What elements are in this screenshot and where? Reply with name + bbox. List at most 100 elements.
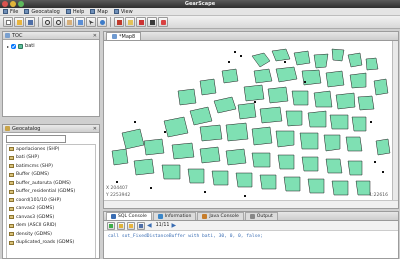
sql-editor[interactable]: call sot_FixedDistanceBuffer with bati, … (104, 231, 398, 242)
layer-button[interactable] (147, 17, 157, 27)
geocatalog-icon (24, 9, 30, 14)
close-window-button[interactable] (2, 1, 8, 7)
source-icon (9, 240, 14, 245)
close-icon[interactable]: ✕ (93, 126, 97, 132)
map-window: *Map8 X 204407 Y 2253942 1:22616 (103, 31, 399, 209)
pan-button[interactable] (64, 17, 74, 27)
close-icon[interactable]: ✕ (93, 33, 97, 39)
source-icon (9, 164, 14, 169)
console-tab-strip: SQL Console Information Java Console Out… (104, 212, 398, 221)
list-item[interactable]: buffer_autoruta (GDMS) (7, 179, 95, 188)
list-item[interactable]: batimcms (SHP) (7, 162, 95, 171)
zoom-out-button[interactable] (53, 17, 63, 27)
layer-visibility-checkbox[interactable] (11, 43, 17, 49)
tab-label: Information (164, 214, 192, 219)
edit-button[interactable] (114, 17, 124, 27)
delete-button[interactable] (136, 17, 146, 27)
list-item[interactable]: density (GDMS) (7, 230, 95, 239)
toc-layer-label: bati (25, 43, 35, 49)
list-item[interactable]: canvas2 (GDMS) (7, 205, 95, 214)
previous-arrow-icon[interactable]: ◀ (147, 222, 152, 229)
list-item[interactable]: buffer_residential (GDMS) (7, 188, 95, 197)
delete-icon (139, 20, 144, 25)
source-icon (9, 223, 14, 228)
list-item[interactable]: coord(101/10 (SHP) (7, 196, 95, 205)
pointer-icon (89, 20, 94, 25)
geocatalog-list: aporlaciones (SHP) bati (SHP) batimcms (… (6, 144, 96, 258)
info-button[interactable] (97, 17, 107, 27)
maximize-window-button[interactable] (18, 1, 24, 7)
tab-java-console[interactable]: Java Console (197, 212, 244, 220)
source-icon (9, 147, 14, 152)
coordinate-x: X 204407 (106, 186, 128, 191)
list-item-label: batimcms (SHP) (16, 163, 53, 169)
building-polygons (111, 48, 391, 196)
select-button[interactable] (86, 17, 96, 27)
save-icon (28, 20, 33, 25)
console-panel: SQL Console Information Java Console Out… (103, 211, 399, 259)
list-item-label: canvas2 (GDMS) (16, 206, 55, 212)
table-button[interactable] (125, 17, 135, 27)
layer-icon (18, 43, 24, 49)
tab-output[interactable]: Output (244, 212, 278, 220)
list-item[interactable]: dem (ASCII GRID) (7, 222, 95, 231)
list-item[interactable]: aporlaciones (SHP) (7, 145, 95, 154)
menu-geocatalog[interactable]: Geocatalog (24, 9, 60, 15)
tab-information[interactable]: Information (152, 212, 197, 220)
open-script-button[interactable] (127, 221, 135, 230)
source-icon (9, 172, 14, 177)
stop-button[interactable] (158, 17, 168, 27)
tab-map8[interactable]: *Map8 (106, 32, 142, 40)
list-item-label: canvas3 (GDMS) (16, 214, 55, 220)
list-item[interactable]: duplicated_roads (GDMS) (7, 239, 95, 248)
table-icon (128, 20, 133, 25)
list-item-label: Buffer (GDMS) (16, 172, 49, 178)
save-button[interactable] (25, 17, 35, 27)
menu-file[interactable]: File (3, 9, 18, 15)
file-icon (3, 9, 8, 14)
geocatalog-icon (5, 126, 10, 131)
expand-icon[interactable]: ▸ (7, 44, 9, 49)
menu-file-label: File (10, 8, 19, 15)
list-item[interactable]: Buffer (GDMS) (7, 171, 95, 180)
minimize-window-button[interactable] (10, 1, 16, 7)
menu-bar: File Geocatalog Help Map View (0, 8, 400, 16)
source-icon (9, 155, 14, 160)
list-item-label: duplicated_roads (GDMS) (16, 240, 75, 246)
tab-label: SQL Console (118, 214, 147, 219)
edit-icon (117, 20, 122, 25)
clear-button[interactable] (117, 221, 125, 230)
next-arrow-icon[interactable]: ▶ (171, 222, 176, 229)
list-item[interactable]: canvas3 (GDMS) (7, 213, 95, 222)
map-status-bar: X 204407 Y 2253942 1:22616 (104, 186, 398, 208)
toc-panel: TOC ✕ ▸ bati (2, 31, 100, 117)
zoom-in-button[interactable] (42, 17, 52, 27)
list-item[interactable]: bati (SHP) (7, 154, 95, 163)
tab-label: Output (256, 214, 273, 219)
new-map-button[interactable] (3, 17, 13, 27)
open-button[interactable] (14, 17, 24, 27)
main-toolbar (0, 16, 400, 29)
list-item-label: aporlaciones (SHP) (16, 146, 60, 152)
save-script-button[interactable] (137, 221, 145, 230)
run-button[interactable] (107, 221, 115, 230)
tab-sql-console[interactable]: SQL Console (106, 212, 152, 220)
toc-layer-row[interactable]: ▸ bati (3, 40, 99, 52)
toc-title: TOC (12, 32, 23, 39)
globe-icon (78, 20, 83, 25)
full-extent-button[interactable] (75, 17, 85, 27)
view-icon (113, 9, 119, 14)
menu-map[interactable]: Map (90, 9, 108, 15)
map-vertical-scrollbar[interactable] (392, 41, 398, 201)
geocatalog-search-input[interactable] (6, 135, 66, 143)
menu-view[interactable]: View (113, 9, 133, 15)
history-page: 11/11 (155, 223, 170, 228)
map-canvas[interactable] (104, 41, 398, 201)
toc-header: TOC ✕ (3, 32, 99, 40)
menu-help[interactable]: Help (65, 9, 84, 15)
geocatalog-title: Geocatalog (12, 125, 41, 132)
list-item-label: buffer_residential (GDMS) (16, 189, 76, 195)
zoom-out-icon (56, 20, 61, 25)
source-icon (9, 189, 14, 194)
source-icon (9, 181, 14, 186)
